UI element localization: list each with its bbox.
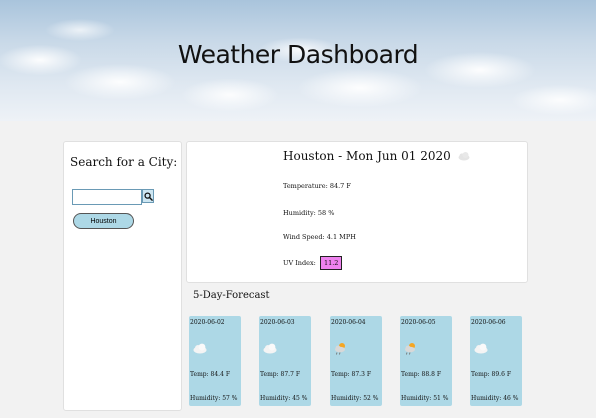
header-banner: Weather Dashboard — [0, 0, 596, 121]
forecast-card: 2020-06-04 Temp: 87.3 F Humidity: 52 % — [330, 316, 382, 406]
search-label: Search for a City: — [70, 155, 178, 169]
current-humidity: Humidity: 58 % — [283, 209, 335, 217]
city-search-input[interactable] — [72, 189, 142, 205]
current-wind-speed: Wind Speed: 4.1 MPH — [283, 233, 356, 241]
forecast-card: 2020-06-06 Temp: 89.6 F Humidity: 46 % — [470, 316, 522, 406]
forecast-humidity: Humidity: 46 % — [471, 395, 519, 402]
forecast-humidity: Humidity: 51 % — [401, 395, 449, 402]
cloud-icon — [458, 152, 470, 161]
cloud-icon — [193, 343, 207, 354]
forecast-humidity: Humidity: 52 % — [331, 395, 379, 402]
cloud-icon — [263, 343, 277, 354]
forecast-temp: Temp: 88.8 F — [401, 371, 441, 378]
uv-index-label: UV Index: — [283, 259, 316, 267]
current-uv: UV Index: 11.2 — [283, 256, 343, 270]
uv-index-badge: 11.2 — [319, 256, 343, 270]
history-city-button[interactable]: Houston — [73, 213, 134, 229]
current-weather-panel: Houston - Mon Jun 01 2020 Temperature: 8… — [186, 141, 528, 283]
forecast-card: 2020-06-05 Temp: 88.8 F Humidity: 51 % — [400, 316, 452, 406]
sun-behind-rain-cloud-icon — [405, 343, 415, 355]
forecast-temp: Temp: 87.7 F — [260, 371, 300, 378]
search-panel: Search for a City: Houston — [63, 141, 182, 411]
forecast-temp: Temp: 84.4 F — [190, 371, 230, 378]
forecast-card: 2020-06-03 Temp: 87.7 F Humidity: 45 % — [259, 316, 311, 406]
forecast-date: 2020-06-02 — [190, 319, 225, 326]
forecast-heading: 5-Day-Forecast — [193, 290, 270, 301]
forecast-card: 2020-06-02 Temp: 84.4 F Humidity: 57 % — [189, 316, 241, 406]
forecast-humidity: Humidity: 45 % — [260, 395, 308, 402]
search-button[interactable] — [142, 189, 154, 203]
forecast-date: 2020-06-05 — [401, 319, 436, 326]
current-city-date: Houston - Mon Jun 01 2020 — [283, 149, 451, 163]
current-temperature: Temperature: 84.7 F — [283, 182, 351, 190]
forecast-temp: Temp: 87.3 F — [331, 371, 371, 378]
forecast-date: 2020-06-06 — [471, 319, 506, 326]
page-title: Weather Dashboard — [177, 40, 419, 69]
forecast-humidity: Humidity: 57 % — [190, 395, 238, 402]
forecast-date: 2020-06-04 — [331, 319, 366, 326]
sun-behind-rain-cloud-icon — [335, 343, 345, 355]
forecast-date: 2020-06-03 — [260, 319, 295, 326]
cloud-icon — [474, 343, 488, 354]
search-icon — [143, 191, 153, 201]
forecast-temp: Temp: 89.6 F — [471, 371, 511, 378]
